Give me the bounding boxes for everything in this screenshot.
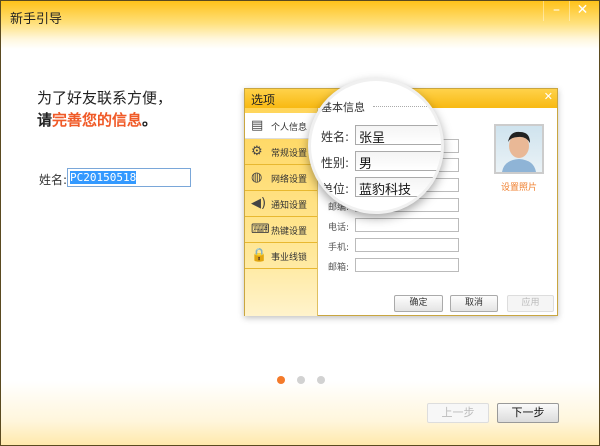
field-input: [355, 238, 459, 252]
mag-gender-value: 男: [355, 151, 441, 172]
minimize-icon[interactable]: –: [543, 1, 569, 21]
mag-label: 单位:: [321, 182, 350, 196]
window-title: 新手引导: [10, 12, 63, 27]
preview-close-icon: ✕: [543, 90, 553, 103]
apply-button: 应用: [507, 295, 554, 312]
sidebar-item-lock: 🔒 事业线锁: [245, 243, 317, 269]
sidebar-label: 通知设置: [271, 201, 308, 211]
set-photo-link: 设置照片: [501, 183, 538, 193]
page-dot-active[interactable]: [277, 376, 285, 384]
gear-icon: ⚙: [251, 144, 263, 159]
next-button[interactable]: 下一步: [497, 403, 559, 423]
field-label: 邮箱:: [328, 263, 350, 273]
speaker-icon: ◀): [251, 196, 267, 211]
sidebar-item-hotkey: ⌨ 热键设置: [245, 217, 317, 243]
sidebar-label: 常规设置: [271, 149, 308, 159]
name-value: PC20150518: [70, 171, 137, 184]
sidebar-item-personal: ▤ 个人信息: [245, 113, 317, 139]
field-input: [355, 258, 459, 272]
globe-icon: ◍: [251, 170, 263, 185]
close-icon[interactable]: ✕: [569, 1, 595, 21]
intro-highlight: 完善您的信息: [52, 111, 143, 129]
keyboard-icon: ⌨: [251, 222, 270, 237]
sidebar-label: 个人信息: [271, 123, 308, 133]
section-title: 基本信息: [321, 101, 365, 114]
sidebar-label: 网络设置: [271, 175, 308, 185]
name-label: 姓名:: [39, 173, 68, 187]
page-dot[interactable]: [297, 376, 305, 384]
sidebar-label: 热键设置: [271, 227, 308, 237]
id-card-icon: ▤: [251, 118, 264, 133]
mag-label: 姓名:: [321, 130, 350, 144]
field-label: 手机:: [328, 243, 350, 253]
intro-suffix: 。: [142, 111, 158, 129]
intro-line-1: 为了好友联系方便，: [37, 89, 173, 107]
page-dot[interactable]: [317, 376, 325, 384]
sidebar-label: 事业线锁: [271, 253, 308, 263]
lock-icon: 🔒: [251, 248, 268, 263]
mag-label: 性别:: [321, 156, 350, 170]
intro-line-2: 请完善您的信息。: [37, 109, 157, 130]
sidebar-item-network: ◍ 网络设置: [245, 165, 317, 191]
section-divider: [373, 106, 441, 107]
intro-prefix: 请: [37, 111, 53, 129]
prev-button[interactable]: 上一步: [427, 403, 489, 423]
sidebar-item-notify: ◀) 通知设置: [245, 191, 317, 217]
field-input: [355, 218, 459, 232]
mag-name-value: 张呈: [355, 125, 441, 146]
preview-sidebar: ▤ 个人信息 ⚙ 常规设置 ◍ 网络设置 ◀) 通知设置 ⌨ 热键设置 🔒 事业线锁: [245, 108, 318, 316]
guide-window: 新手引导 – ✕ 为了好友联系方便， 请完善您的信息。 姓名: PC201505…: [0, 0, 600, 446]
ok-button: 确定: [394, 295, 443, 312]
magnifier: 基本信息 姓名: 张呈 性别: 男 单位: 蓝豹科技: [308, 78, 444, 214]
field-label: 电话:: [328, 223, 350, 233]
sidebar-item-general: ⚙ 常规设置: [245, 139, 317, 165]
name-input[interactable]: PC20150518: [67, 168, 191, 187]
cancel-button: 取消: [450, 295, 498, 312]
avatar: [494, 124, 544, 174]
mag-company-value: 蓝豹科技: [355, 177, 441, 198]
